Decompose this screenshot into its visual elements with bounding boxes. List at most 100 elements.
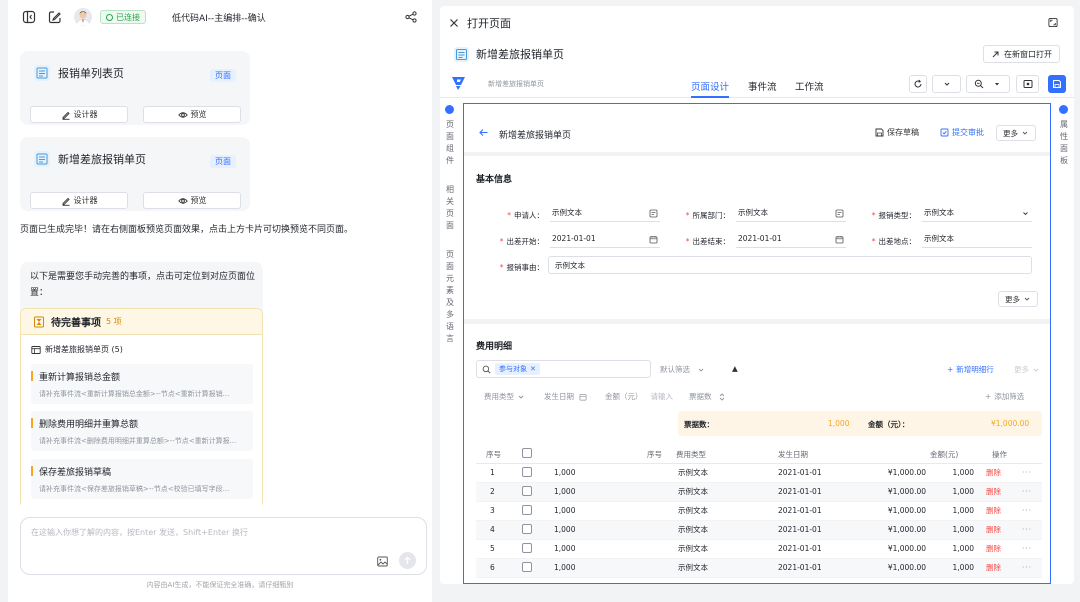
delete-link[interactable]: 删除 bbox=[980, 501, 1022, 521]
save-draft-button[interactable]: 保存草稿 bbox=[875, 127, 919, 138]
row-more-icon[interactable]: ··· bbox=[1022, 558, 1042, 578]
close-icon[interactable] bbox=[449, 18, 459, 28]
more-fields-dropdown[interactable]: 更多 bbox=[998, 291, 1038, 307]
todo-item[interactable]: 重新计算报销总金额 请补充事件流<重新计算报销总金额>--节点<重新计算报销... bbox=[31, 364, 253, 404]
side-tab-properties[interactable]: 属性面板 bbox=[1057, 119, 1071, 167]
table-row[interactable]: 1 1,000 示例文本 2021-01-01 ¥1,000.00 1,000 删除 ··· bbox=[476, 463, 1042, 483]
select-all-checkbox[interactable] bbox=[514, 446, 550, 464]
side-tab-elements-i18n[interactable]: 页面元素及多语言 bbox=[443, 249, 457, 345]
filter-amount[interactable]: 金额（元） 请输入 bbox=[605, 391, 673, 402]
delete-link[interactable]: 删除 bbox=[980, 558, 1022, 578]
trip-start-field[interactable]: 2021-01-01 bbox=[550, 230, 660, 248]
side-tab-components[interactable]: 页面组件 bbox=[443, 119, 457, 167]
filter-expense-type[interactable]: 费用类型 bbox=[484, 391, 525, 402]
send-button[interactable] bbox=[399, 552, 416, 569]
row-more-icon[interactable]: ··· bbox=[1022, 482, 1042, 502]
filter-search-box[interactable]: 参与对象 ✕ bbox=[476, 360, 651, 378]
page-file-icon bbox=[454, 46, 469, 62]
design-canvas[interactable]: 新增差旅报销单页 保存草稿 提交审批 更多 基本信息 * 申请人： 示例文本 * 所… bbox=[463, 103, 1051, 584]
eye-icon bbox=[177, 110, 188, 120]
filter-chip[interactable]: 参与对象 ✕ bbox=[495, 363, 540, 375]
summary-value: 1,000 bbox=[828, 419, 850, 428]
row-checkbox[interactable] bbox=[514, 482, 550, 502]
filter-date[interactable]: 发生日期 bbox=[544, 391, 587, 402]
chip-close-icon[interactable]: ✕ bbox=[530, 365, 536, 373]
device-dropdown[interactable] bbox=[932, 75, 961, 93]
delete-link[interactable]: 删除 bbox=[980, 463, 1022, 483]
preview-button[interactable]: 预览 bbox=[143, 192, 241, 209]
more-actions-dropdown[interactable]: 更多 bbox=[1014, 364, 1040, 375]
tab-workflow[interactable]: 工作流 bbox=[795, 79, 824, 93]
date-cell: 2021-01-01 bbox=[768, 520, 858, 540]
delete-link[interactable]: 删除 bbox=[980, 539, 1022, 559]
trip-end-field[interactable]: 2021-01-01 bbox=[736, 230, 846, 248]
amount-cell: ¥1,000.00 bbox=[858, 558, 930, 578]
collapse-caret-icon[interactable]: ▲ bbox=[732, 364, 738, 373]
page-card-new-travel[interactable]: 新增差旅报销单页 页面 设计器 预览 bbox=[20, 137, 250, 211]
todo-item[interactable]: 保存差旅报销草稿 请补充事件流<保存差旅报销草稿>--节点<校验已填写字段... bbox=[31, 459, 253, 499]
page-file-icon bbox=[34, 151, 50, 167]
more-dropdown[interactable]: 更多 bbox=[996, 125, 1036, 141]
share-icon[interactable] bbox=[404, 10, 418, 24]
image-upload-icon[interactable] bbox=[377, 556, 388, 567]
row-index: 5 bbox=[476, 539, 514, 559]
table-row[interactable]: 2 1,000 示例文本 2021-01-01 ¥1,000.00 1,000 删除 ··· bbox=[476, 482, 1042, 502]
row-more-icon[interactable]: ··· bbox=[1022, 539, 1042, 559]
breadcrumb: 新增差旅报销单页 bbox=[488, 80, 544, 88]
side-tab-related-pages[interactable]: 相关页面 bbox=[443, 184, 457, 232]
expense-type-select[interactable]: 示例文本 bbox=[922, 204, 1032, 222]
zoom-control[interactable] bbox=[966, 75, 1010, 93]
add-row-button[interactable]: + 新增明细行 bbox=[947, 364, 994, 375]
reason-field[interactable]: 示例文本 bbox=[548, 256, 1032, 274]
row-checkbox[interactable] bbox=[514, 520, 550, 540]
receipt-count-cell: 1,000 bbox=[550, 539, 636, 559]
back-arrow-icon[interactable] bbox=[478, 127, 489, 138]
trip-location-field[interactable]: 示例文本 bbox=[922, 230, 1032, 248]
receipt-count-cell: 1,000 bbox=[550, 501, 636, 521]
open-new-window-button[interactable]: 在新窗口打开 bbox=[983, 45, 1060, 63]
avatar[interactable] bbox=[74, 8, 92, 26]
column-header: 序号 bbox=[476, 446, 514, 464]
chat-input[interactable]: 在这输入你想了解的内容，按Enter 发送，Shift+Enter 换行 bbox=[20, 517, 427, 575]
tab-page-design[interactable]: 页面设计 bbox=[691, 79, 730, 98]
preview-title: 打开页面 bbox=[467, 17, 511, 30]
table-row[interactable]: 6 1,000 示例文本 2021-01-01 ¥1,000.00 1,000 删除 ··· bbox=[476, 558, 1042, 578]
todo-group: 新增差旅报销单页 (5) bbox=[31, 344, 123, 355]
fullscreen-icon[interactable] bbox=[1048, 17, 1058, 27]
save-button[interactable] bbox=[1048, 75, 1066, 93]
row-more-icon[interactable]: ··· bbox=[1022, 501, 1042, 521]
add-filter-button[interactable]: + 添加筛选 bbox=[985, 391, 1024, 402]
row-checkbox[interactable] bbox=[514, 539, 550, 559]
collapse-sidebar-icon[interactable] bbox=[22, 10, 36, 24]
delete-link[interactable]: 删除 bbox=[980, 482, 1022, 502]
default-filter-dropdown[interactable]: 默认筛选 bbox=[660, 364, 705, 375]
table-row[interactable]: 5 1,000 示例文本 2021-01-01 ¥1,000.00 1,000 删除 ··· bbox=[476, 539, 1042, 559]
row-checkbox[interactable] bbox=[514, 558, 550, 578]
preview-mode-button[interactable] bbox=[1016, 75, 1039, 93]
date-cell: 2021-01-01 bbox=[768, 463, 858, 483]
row-checkbox[interactable] bbox=[514, 501, 550, 521]
field-label: * 申请人： bbox=[507, 211, 544, 220]
delete-link[interactable]: 删除 bbox=[980, 520, 1022, 540]
tab-event-flow[interactable]: 事件流 bbox=[748, 79, 777, 93]
chevron-down-icon bbox=[1021, 129, 1029, 137]
page-card-list[interactable]: 报销单列表页 页面 设计器 预览 bbox=[20, 51, 250, 125]
designer-button[interactable]: 设计器 bbox=[30, 106, 128, 123]
applicant-field[interactable]: 示例文本 bbox=[550, 204, 660, 222]
filter-receipts[interactable]: 票据数 bbox=[689, 391, 726, 402]
submit-approval-button[interactable]: 提交审批 bbox=[940, 127, 984, 138]
designer-button[interactable]: 设计器 bbox=[30, 192, 128, 209]
department-field[interactable]: 示例文本 bbox=[736, 204, 846, 222]
table-row[interactable]: 3 1,000 示例文本 2021-01-01 ¥1,000.00 1,000 删除 ··· bbox=[476, 501, 1042, 521]
table-row[interactable]: 4 1,000 示例文本 2021-01-01 ¥1,000.00 1,000 删除 ··· bbox=[476, 520, 1042, 540]
summary-bar: 票据数： 1,000 金额（元）： ¥1,000.00 bbox=[678, 411, 1042, 436]
refresh-icon bbox=[913, 79, 923, 89]
caret-down-icon bbox=[992, 79, 1002, 89]
row-checkbox[interactable] bbox=[514, 463, 550, 483]
new-chat-icon[interactable] bbox=[48, 10, 62, 24]
preview-button[interactable]: 预览 bbox=[143, 106, 241, 123]
row-more-icon[interactable]: ··· bbox=[1022, 520, 1042, 540]
row-more-icon[interactable]: ··· bbox=[1022, 463, 1042, 483]
todo-item[interactable]: 删除费用明细并重算总额 请补充事件流<删除费用明细并重算总额>--节点<重新计算报… bbox=[31, 411, 253, 451]
refresh-button[interactable] bbox=[909, 75, 927, 93]
